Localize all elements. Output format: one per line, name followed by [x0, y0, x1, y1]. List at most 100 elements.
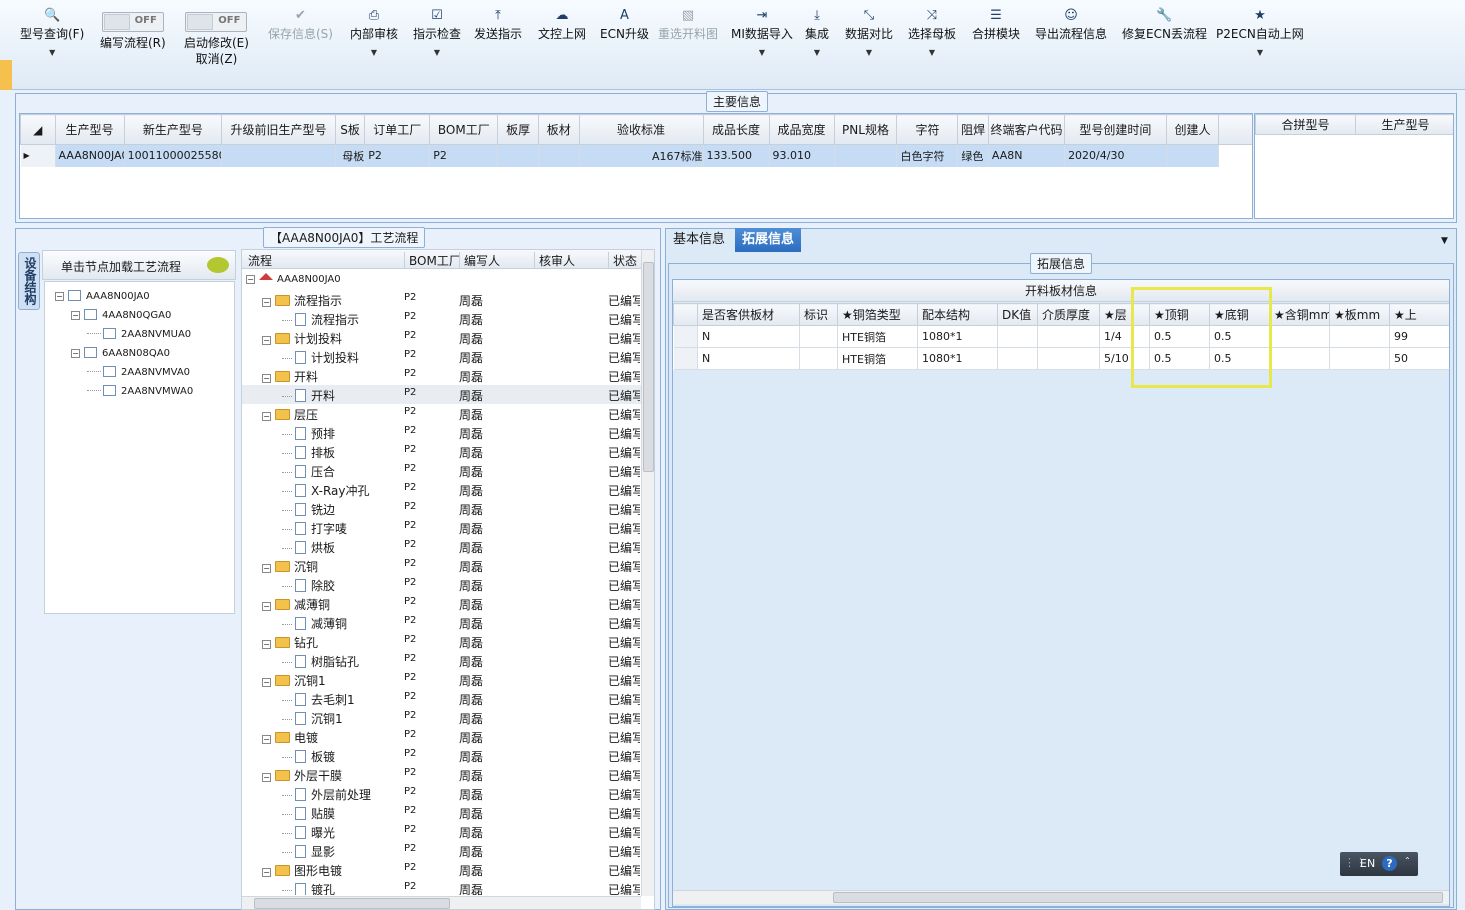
- table-cell[interactable]: [497, 144, 539, 167]
- column-header[interactable]: 状态: [608, 252, 637, 269]
- column-header[interactable]: 成品长度: [702, 114, 770, 145]
- process-row[interactable]: − 层压 P2 周磊 已编写: [242, 404, 642, 423]
- process-row[interactable]: 压合 P2 周磊 已编写: [242, 461, 642, 480]
- scroll-thumb[interactable]: [643, 262, 654, 472]
- column-header[interactable]: 阻焊: [957, 114, 989, 145]
- column-header[interactable]: DK值: [997, 303, 1038, 326]
- column-header[interactable]: S板: [334, 114, 366, 145]
- process-row[interactable]: 显影 P2 周磊 已编写: [242, 841, 642, 860]
- dropdown-arrow-icon[interactable]: ▼: [413, 48, 461, 57]
- tree-node[interactable]: − 4AA8N0QGA0: [71, 309, 171, 321]
- tree-node[interactable]: 2AA8NVMUA0: [87, 328, 191, 340]
- table-cell[interactable]: [997, 325, 1038, 348]
- table-cell[interactable]: [834, 144, 898, 167]
- table-cell[interactable]: N: [697, 325, 800, 348]
- process-row[interactable]: − 计划投料 P2 周磊 已编写: [242, 328, 642, 347]
- table-cell[interactable]: A167标准: [579, 144, 704, 167]
- column-header[interactable]: 验收标准: [578, 114, 704, 145]
- column-header[interactable]: 板材: [537, 114, 580, 145]
- scroll-thumb[interactable]: [833, 892, 1443, 903]
- dropdown-arrow-icon[interactable]: ▼: [20, 48, 84, 57]
- process-row[interactable]: 板镀 P2 周磊 已编写: [242, 746, 642, 765]
- column-header[interactable]: 编写人: [459, 252, 500, 269]
- tree-node[interactable]: 2AA8NVMVA0: [87, 366, 190, 378]
- process-row[interactable]: 开料 P2 周磊 已编写: [242, 385, 642, 404]
- column-header[interactable]: 创建人: [1165, 114, 1220, 145]
- process-row[interactable]: 沉铜1 P2 周磊 已编写: [242, 708, 642, 727]
- process-vertical-scrollbar[interactable]: [641, 250, 654, 896]
- dropdown-arrow-icon[interactable]: ▼: [731, 48, 793, 57]
- dropdown-arrow-icon[interactable]: ▼: [805, 48, 829, 57]
- process-row[interactable]: 树脂钻孔 P2 周磊 已编写: [242, 651, 642, 670]
- process-row[interactable]: − 电镀 P2 周磊 已编写: [242, 727, 642, 746]
- column-header[interactable]: 介质厚度: [1037, 303, 1100, 326]
- collapse-icon[interactable]: −: [55, 292, 64, 301]
- toolbar-button-12[interactable]: ⤡ 数据对比 ▼: [845, 6, 893, 84]
- column-header[interactable]: 核审人: [534, 252, 575, 269]
- tree-root-row[interactable]: − AAA8N00JA0: [242, 271, 642, 290]
- column-header[interactable]: 生产型号: [1355, 114, 1453, 135]
- toolbar-button-10[interactable]: ⇥ MI数据导入 ▼: [731, 6, 793, 84]
- table-cell[interactable]: [1269, 347, 1330, 370]
- table-cell[interactable]: [1329, 325, 1390, 348]
- toggle-switch[interactable]: OFF: [101, 12, 164, 32]
- row-selector-header[interactable]: ◢: [20, 114, 56, 145]
- column-header[interactable]: 是否客供板材: [697, 303, 800, 326]
- dropdown-arrow-icon[interactable]: ▼: [350, 48, 398, 57]
- process-row[interactable]: − 图形电镀 P2 周磊 已编写: [242, 860, 642, 879]
- table-cell[interactable]: 50: [1389, 347, 1449, 370]
- process-horizontal-scrollbar[interactable]: [242, 896, 641, 909]
- toolbar-button-5[interactable]: ☑ 指示检查 ▼: [413, 6, 461, 84]
- help-icon[interactable]: ?: [1382, 856, 1397, 871]
- process-row[interactable]: 打字唛 P2 周磊 已编写: [242, 518, 642, 537]
- row-selector[interactable]: [673, 347, 698, 370]
- table-cell[interactable]: 绿色: [957, 144, 989, 167]
- table-row[interactable]: N HTE铜箔 1080*1 5/10 0.5 0.5 50: [673, 347, 1449, 370]
- column-header[interactable]: 标识: [799, 303, 838, 326]
- table-cell[interactable]: P2: [364, 144, 431, 167]
- dropdown-arrow-icon[interactable]: ▼: [1216, 48, 1304, 57]
- table-cell[interactable]: AAA8N00JA0: [55, 144, 125, 167]
- toolbar-button-0[interactable]: 🔍 型号查询(F) ▼: [20, 6, 84, 84]
- table-cell[interactable]: [1166, 144, 1220, 167]
- process-row[interactable]: − 沉铜 P2 周磊 已编写: [242, 556, 642, 575]
- table-row[interactable]: N HTE铜箔 1080*1 1/4 0.5 0.5 99: [673, 325, 1449, 348]
- process-row[interactable]: 铣边 P2 周磊 已编写: [242, 499, 642, 518]
- process-row[interactable]: 预排 P2 周磊 已编写: [242, 423, 642, 442]
- process-row[interactable]: 去毛刺1 P2 周磊 已编写: [242, 689, 642, 708]
- collapse-icon[interactable]: −: [262, 564, 271, 573]
- toolbar-button-7[interactable]: ☁ 文控上网: [538, 6, 586, 84]
- process-row[interactable]: − 减薄铜 P2 周磊 已编写: [242, 594, 642, 613]
- collapse-icon[interactable]: −: [262, 336, 271, 345]
- row-pointer-icon[interactable]: ▶: [20, 144, 56, 167]
- collapse-icon[interactable]: −: [262, 374, 271, 383]
- table-cell[interactable]: P2: [429, 144, 499, 167]
- collapse-icon[interactable]: −: [262, 678, 271, 687]
- toggle-switch[interactable]: OFF: [185, 12, 248, 32]
- table-cell[interactable]: HTE铜箔: [837, 347, 918, 370]
- collapse-icon[interactable]: −: [71, 311, 80, 320]
- process-row[interactable]: 贴膜 P2 周磊 已编写: [242, 803, 642, 822]
- column-header[interactable]: 合拼型号: [1255, 114, 1356, 135]
- column-header[interactable]: 字符: [896, 114, 959, 145]
- table-cell[interactable]: [1269, 325, 1330, 348]
- table-cell[interactable]: 1080*1: [917, 347, 998, 370]
- column-header[interactable]: 配本结构: [917, 303, 998, 326]
- process-row[interactable]: − 流程指示 P2 周磊 已编写: [242, 290, 642, 309]
- tree-node[interactable]: − 6AA8N08QA0: [71, 347, 170, 359]
- chevron-icon[interactable]: ⌃: [1404, 856, 1411, 865]
- dropdown-arrow-icon[interactable]: ▼: [908, 48, 956, 57]
- process-row[interactable]: 流程指示 P2 周磊 已编写: [242, 309, 642, 328]
- table-cell[interactable]: N: [697, 347, 800, 370]
- process-row[interactable]: − 钻孔 P2 周磊 已编写: [242, 632, 642, 651]
- table-cell[interactable]: [1037, 325, 1100, 348]
- collapse-icon[interactable]: −: [262, 773, 271, 782]
- table-cell[interactable]: [1037, 347, 1100, 370]
- collapse-icon[interactable]: −: [71, 349, 80, 358]
- table-cell[interactable]: [1329, 347, 1390, 370]
- tab-1[interactable]: 拓展信息: [735, 228, 802, 252]
- table-cell[interactable]: [221, 144, 336, 167]
- ime-language[interactable]: EN: [1360, 857, 1375, 870]
- process-row[interactable]: − 开料 P2 周磊 已编写: [242, 366, 642, 385]
- tabs-dropdown-icon[interactable]: ▼: [1441, 236, 1448, 246]
